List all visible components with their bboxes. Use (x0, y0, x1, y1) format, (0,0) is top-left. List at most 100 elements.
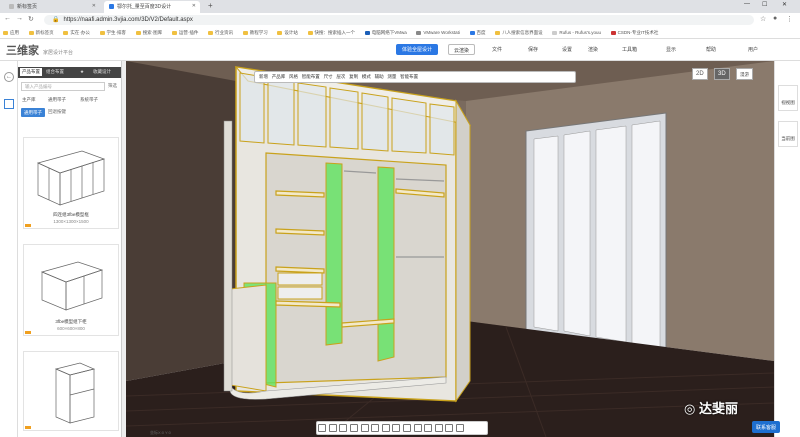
toolbar-measure[interactable]: 测量 (387, 74, 396, 79)
undo-icon[interactable] (434, 424, 443, 432)
bookmark-item[interactable]: 快搜：搜索插入一个 (307, 30, 355, 36)
mirror-icon[interactable] (403, 424, 412, 432)
app-logo: 三维家 家居设计平台 (6, 45, 74, 57)
toolbar-assist[interactable]: 辅助 (375, 74, 384, 79)
maximize-button[interactable]: ☐ (762, 1, 767, 8)
move-icon[interactable] (339, 424, 348, 432)
panel-tabs: 产品布置 组合布置 ★ 收藏设计 (18, 67, 121, 78)
menu-user[interactable]: 用户 (748, 46, 758, 53)
folder-icon (416, 31, 422, 35)
whole-house-design-button[interactable]: 体验全屋设计 (396, 44, 439, 55)
cloud-render-button[interactable]: 云渲染 (448, 44, 476, 55)
menu-toolbox[interactable]: 工具箱 (622, 46, 637, 53)
profile-icon[interactable]: ● (773, 15, 777, 22)
browser-tab-active[interactable]: 鄂尔托_量至百度3D设计 ✕ (104, 1, 200, 13)
bookmark-item[interactable]: 设计站 (277, 30, 298, 36)
lock-icon[interactable] (381, 424, 390, 432)
menu-settings[interactable]: 设置 (562, 46, 572, 53)
mode-2d-button[interactable]: 2D (692, 68, 708, 80)
rotate-icon[interactable] (328, 424, 337, 432)
browser-tab-newtab[interactable]: 新标签页 ✕ (4, 1, 100, 13)
toolbar-copy[interactable]: 复制 (349, 74, 358, 79)
bookmark-item[interactable]: Rufus - Rufus's.youu (552, 30, 601, 35)
eye-icon[interactable] (360, 424, 369, 432)
toolbar-library[interactable]: 产品库 (272, 74, 286, 79)
forward-arrow-icon[interactable]: → (16, 15, 23, 22)
toolbar-smart-layout-2[interactable]: 智能布置 (400, 74, 418, 79)
bookmark-item[interactable]: 学生·排客 (99, 30, 126, 36)
3d-viewport[interactable]: 新增 产品库 风格 智能布置 尺寸 层次 复制 模式 辅助 测量 智能布置 2D… (126, 61, 774, 437)
star-icon[interactable]: ★ (80, 69, 84, 75)
bookmark-item[interactable]: 新标签页 (28, 30, 54, 36)
bottom-tool-bar (316, 421, 488, 435)
bookmark-item[interactable]: VMware Workstati (416, 30, 460, 35)
product-name: 3fbe模型组下柜 (55, 319, 87, 324)
zoom-icon[interactable] (350, 424, 359, 432)
toolbar-mode[interactable]: 模式 (362, 74, 371, 79)
menu-save[interactable]: 保存 (528, 46, 538, 53)
coordinate-readout: 坐标X:0 Y:0 (150, 430, 171, 435)
redo-icon[interactable] (445, 424, 454, 432)
back-circle-icon[interactable]: ← (4, 72, 14, 82)
mode-3d-button[interactable]: 3D (714, 68, 730, 80)
minimize-button[interactable]: — (744, 1, 750, 7)
filter-button[interactable]: 筛选 (108, 83, 117, 89)
product-search-input[interactable]: 输入产品编号 (21, 82, 105, 91)
new-tab-button[interactable]: + (208, 1, 213, 10)
breadcrumb-system[interactable]: 系统带子 (80, 97, 98, 103)
align-icon[interactable] (392, 424, 401, 432)
filter-chip-active[interactable]: 通用带子 (21, 108, 45, 117)
product-size: 600×600×800 (57, 326, 85, 331)
menu-render[interactable]: 渲染 (588, 46, 598, 53)
support-button[interactable]: 联系客服 (752, 421, 781, 433)
bookmark-item[interactable]: 应用 (3, 30, 19, 36)
toolbar-style[interactable]: 风格 (289, 74, 298, 79)
current-view-button[interactable]: 当前图 (778, 121, 798, 147)
select-icon[interactable] (318, 424, 327, 432)
view-button[interactable]: 视视图 (778, 85, 798, 111)
tab-favorites[interactable]: 收藏设计 (93, 69, 111, 75)
back-arrow-icon[interactable]: ← (4, 15, 11, 22)
bookmark-item[interactable]: 八人搜索信息界面设 (495, 30, 543, 36)
reload-icon[interactable]: ↻ (28, 15, 34, 23)
close-tab-icon[interactable]: ✕ (92, 3, 96, 9)
layout-grid-icon[interactable] (4, 99, 14, 109)
tab-combo-layout[interactable]: 组合布置 (46, 69, 64, 75)
folder-icon (242, 31, 248, 35)
toolbar-add[interactable]: 新增 (259, 74, 268, 79)
cut-icon[interactable] (371, 424, 380, 432)
delete-icon[interactable] (424, 424, 433, 432)
bookmark-item[interactable]: 百度 (469, 30, 486, 36)
breadcrumb-main[interactable]: 主产库 (22, 97, 36, 103)
bookmark-item[interactable]: 电脑网络下VMwa (364, 30, 407, 36)
folder-icon (99, 31, 105, 35)
cabinet-thumbnail (36, 150, 106, 206)
star-icon[interactable]: ☆ (760, 15, 766, 23)
product-card[interactable]: 3fbe模型组下柜 600×600×800 (23, 244, 119, 336)
menu-file[interactable]: 文件 (492, 46, 502, 53)
kebab-menu-icon[interactable]: ⋮ (786, 15, 793, 23)
product-card[interactable] (23, 351, 119, 431)
roam-button[interactable]: 漫游 (736, 68, 753, 80)
close-tab-icon[interactable]: ✕ (192, 3, 196, 9)
toolbar-smart-layout[interactable]: 智能布置 (302, 74, 320, 79)
product-library-panel: 产品布置 组合布置 ★ 收藏设计 输入产品编号 筛选 主产库 通用带子 系统带子… (18, 61, 122, 437)
filter-chip-other[interactable]: 回退按键 (48, 109, 66, 115)
url-field[interactable]: 🔒 https://naafi.admin.3vjia.com/3D/V2/Def… (44, 15, 754, 25)
close-window-button[interactable]: ✕ (782, 1, 787, 8)
toolbar-layer[interactable]: 层次 (336, 74, 345, 79)
tab-product-layout[interactable]: 产品布置 (20, 68, 42, 76)
bookmark-item[interactable]: CSDN-专业IT技术社 (610, 30, 658, 36)
group-icon[interactable] (413, 424, 422, 432)
menu-display[interactable]: 显示 (666, 46, 676, 53)
bookmark-item[interactable]: 行业资讯 (208, 30, 233, 36)
settings-icon[interactable] (456, 424, 465, 432)
toolbar-dimension[interactable]: 尺寸 (324, 74, 333, 79)
menu-help[interactable]: 帮助 (706, 46, 716, 53)
bookmark-item[interactable]: 教程学习 (242, 30, 268, 36)
bookmark-item[interactable]: 搜索·图库 (135, 30, 162, 36)
bookmark-item[interactable]: 实在·办公 (63, 30, 90, 36)
bookmark-item[interactable]: 运营·插件 (171, 30, 198, 36)
product-card[interactable]: 四连组3fbe模型框 1300×1300×1500 (23, 137, 119, 229)
breadcrumb-generic[interactable]: 通用带子 (48, 97, 66, 103)
